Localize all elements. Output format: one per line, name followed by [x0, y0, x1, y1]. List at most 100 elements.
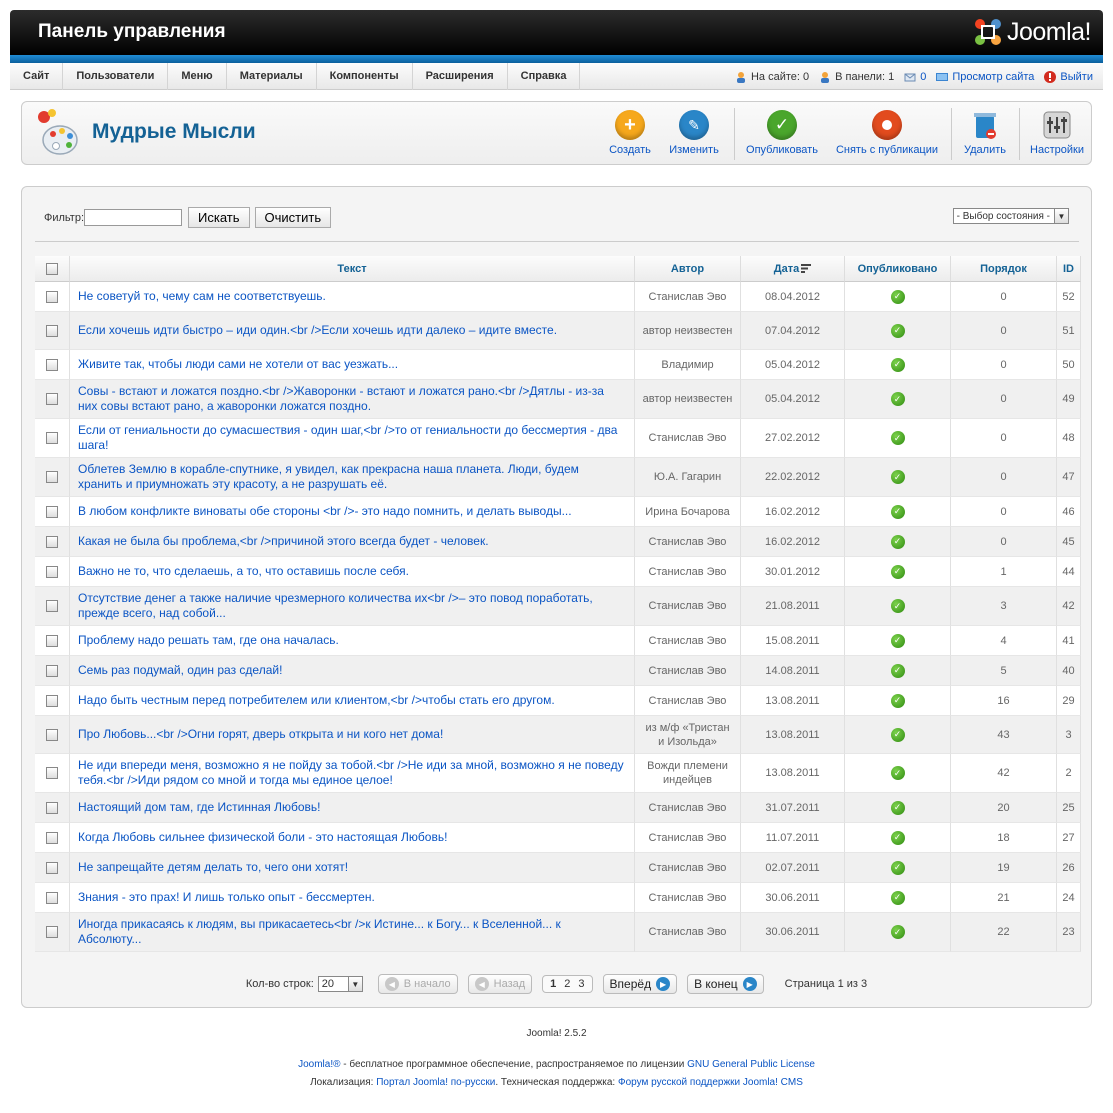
row-checkbox[interactable] [46, 565, 58, 578]
row-text-value[interactable]: Когда Любовь сильнее физической боли - э… [78, 830, 447, 844]
russian-portal-link[interactable]: Портал Joomla! по-русски [376, 1077, 495, 1088]
row-checkbox[interactable] [46, 393, 58, 406]
column-header-order[interactable]: Порядок [951, 256, 1057, 282]
published-check-icon[interactable]: ✓ [890, 800, 905, 815]
row-checkbox[interactable] [46, 664, 58, 677]
create-button[interactable]: + Создать [604, 110, 656, 156]
menu-item-site[interactable]: Сайт [10, 63, 64, 90]
row-text-value[interactable]: Настоящий дом там, где Истинная Любовь! [78, 800, 321, 814]
options-button[interactable]: Настройки [1026, 110, 1088, 156]
column-header-date[interactable]: Дата [741, 256, 845, 282]
row-checkbox[interactable] [46, 471, 58, 484]
published-check-icon[interactable]: ✓ [890, 727, 905, 742]
row-text-value[interactable]: Иногда прикасаясь к людям, вы прикасаете… [78, 917, 561, 946]
published-check-icon[interactable]: ✓ [890, 504, 905, 519]
prev-page-button[interactable]: ◀ Назад [467, 974, 533, 994]
rows-limit-select[interactable]: 20 ▼ [317, 976, 363, 992]
published-check-icon[interactable]: ✓ [890, 323, 905, 338]
row-checkbox[interactable] [46, 861, 58, 874]
row-text-value[interactable]: Совы - встают и ложатся поздно.<br />Жав… [78, 384, 604, 413]
row-checkbox[interactable] [46, 432, 58, 445]
delete-button[interactable]: Удалить [957, 110, 1013, 156]
row-text-value[interactable]: Важно не то, что сделаешь, а то, что ост… [78, 564, 409, 578]
menu-item-extensions[interactable]: Расширения [413, 63, 508, 90]
row-text-value[interactable]: Проблему надо решать там, где она начала… [78, 633, 339, 647]
published-check-icon[interactable]: ✓ [890, 860, 905, 875]
support-forum-link[interactable]: Форум русской поддержки Joomla! CMS [618, 1077, 803, 1088]
row-text-value[interactable]: Не запрещайте детям делать то, чего они … [78, 860, 348, 874]
column-header-published[interactable]: Опубликовано [845, 256, 951, 282]
row-checkbox[interactable] [46, 728, 58, 741]
published-check-icon[interactable]: ✓ [890, 830, 905, 845]
published-check-icon[interactable]: ✓ [890, 766, 905, 780]
column-header-text[interactable]: Текст [70, 256, 635, 282]
published-check-icon[interactable]: ✓ [890, 693, 905, 708]
row-checkbox[interactable] [46, 634, 58, 647]
row-text-value[interactable]: Если от гениальности до сумасшествия - о… [78, 423, 617, 452]
first-page-button[interactable]: ◀ В начало [377, 974, 458, 994]
row-checkbox[interactable] [46, 535, 58, 548]
menu-item-menus[interactable]: Меню [168, 63, 227, 90]
published-check-icon[interactable]: ✓ [890, 599, 905, 613]
edit-button[interactable]: ✎ Изменить [664, 110, 724, 156]
row-checkbox[interactable] [46, 926, 58, 939]
select-all-checkbox[interactable] [46, 262, 58, 275]
published-check-icon[interactable]: ✓ [890, 357, 905, 372]
publish-button[interactable]: ✓ Опубликовать [742, 110, 822, 156]
unpublish-button[interactable]: Снять с публикации [832, 110, 942, 156]
row-text-value[interactable]: В любом конфликте виноваты обе стороны <… [78, 504, 572, 518]
row-checkbox[interactable] [46, 600, 58, 613]
column-header-author[interactable]: Автор [635, 256, 741, 282]
messages-status[interactable]: 0 [904, 71, 926, 83]
row-checkbox[interactable] [46, 891, 58, 904]
column-header-id[interactable]: ID [1057, 256, 1081, 282]
row-checkbox[interactable] [46, 767, 58, 780]
row-checkbox[interactable] [46, 694, 58, 707]
row-text-value[interactable]: Семь раз подумай, один раз сделай! [78, 663, 282, 677]
row-checkbox[interactable] [46, 358, 58, 371]
row-text-value[interactable]: Не советуй то, чему сам не соответствуеш… [78, 289, 326, 303]
menu-item-users[interactable]: Пользователи [63, 63, 169, 90]
row-author-cell: из м/ф «Тристан и Изольда» [635, 716, 741, 754]
row-text-value[interactable]: Если хочешь идти быстро – иди один.<br /… [78, 323, 557, 337]
next-page-button[interactable]: Вперёд ▶ [602, 974, 678, 994]
menu-item-help[interactable]: Справка [508, 63, 581, 90]
page-number-link[interactable]: 3 [575, 978, 587, 990]
row-checkbox[interactable] [46, 505, 58, 518]
published-check-icon[interactable]: ✓ [890, 564, 905, 579]
row-text-value[interactable]: Про Любовь...<br />Огни горят, дверь отк… [78, 727, 443, 741]
page-number-link[interactable]: 2 [561, 978, 573, 990]
published-check-icon[interactable]: ✓ [890, 534, 905, 549]
published-check-icon[interactable]: ✓ [890, 470, 905, 484]
state-select[interactable]: - Выбор состояния - ▼ [952, 208, 1069, 224]
published-check-icon[interactable]: ✓ [890, 663, 905, 678]
published-check-icon[interactable]: ✓ [890, 392, 905, 406]
clear-button[interactable]: Очистить [254, 207, 332, 228]
published-check-icon[interactable]: ✓ [890, 925, 905, 939]
menu-item-content[interactable]: Материалы [227, 63, 317, 90]
logout-link[interactable]: Выйти [1044, 70, 1093, 83]
row-checkbox[interactable] [46, 290, 58, 303]
row-text-value[interactable]: Облетев Землю в корабле-спутнике, я увид… [78, 462, 579, 491]
row-text-value[interactable]: Отсутствие денег а также наличие чрезмер… [78, 591, 593, 620]
row-text-value[interactable]: Знания - это прах! И лишь только опыт - … [78, 890, 375, 904]
published-check-icon[interactable]: ✓ [890, 890, 905, 905]
joomla-link[interactable]: Joomla!® [298, 1059, 340, 1070]
row-text-value[interactable]: Не иди впереди меня, возможно я не пойду… [78, 758, 624, 787]
search-button[interactable]: Искать [188, 207, 250, 228]
row-checkbox[interactable] [46, 831, 58, 844]
menu-item-components[interactable]: Компоненты [317, 63, 413, 90]
row-text-value[interactable]: Какая не была бы проблема,<br />причиной… [78, 534, 489, 548]
row-checkbox[interactable] [46, 801, 58, 814]
last-page-button[interactable]: В конец ▶ [687, 974, 764, 994]
row-text-value[interactable]: Надо быть честным перед потребителем или… [78, 693, 555, 707]
published-check-icon[interactable]: ✓ [890, 289, 905, 304]
filter-search-input[interactable] [84, 209, 183, 226]
table-row: Настоящий дом там, где Истинная Любовь! С… [35, 793, 1081, 823]
published-check-icon[interactable]: ✓ [890, 431, 905, 445]
row-text-value[interactable]: Живите так, чтобы люди сами не хотели от… [78, 357, 398, 371]
published-check-icon[interactable]: ✓ [890, 633, 905, 648]
view-site-link[interactable]: Просмотр сайта [936, 71, 1034, 83]
gpl-link[interactable]: GNU General Public License [687, 1059, 815, 1070]
row-checkbox[interactable] [46, 324, 58, 337]
